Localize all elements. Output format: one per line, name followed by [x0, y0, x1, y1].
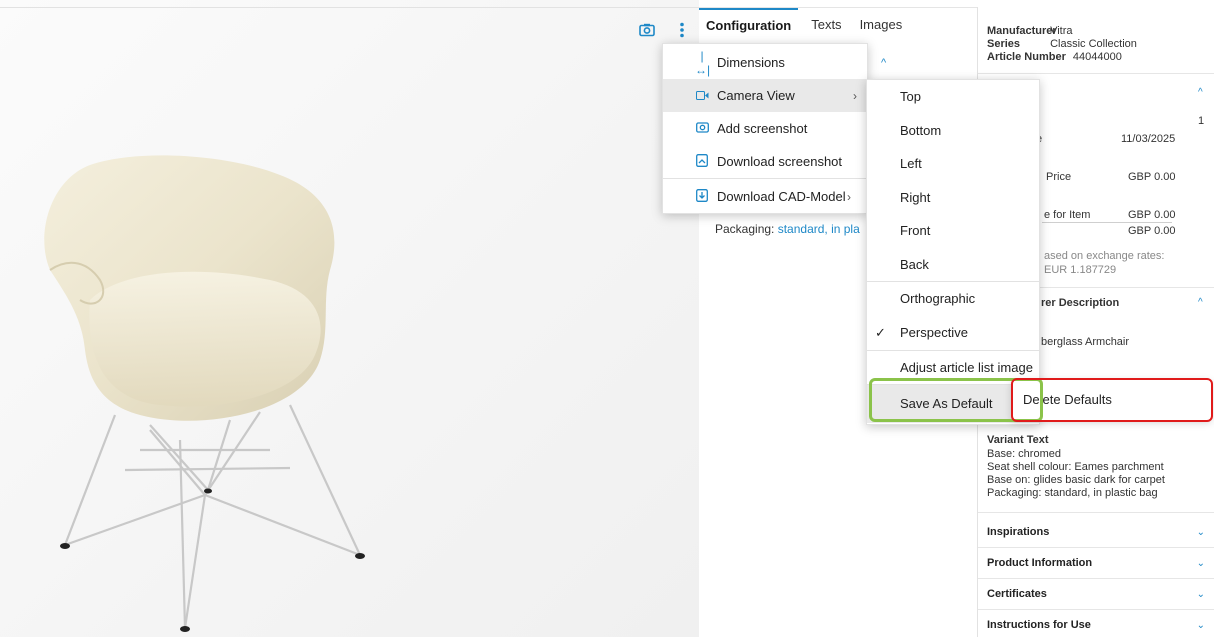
series-label: Series	[987, 38, 1021, 50]
tab-configuration[interactable]: Configuration	[699, 8, 799, 44]
camera-view-submenu: Top Bottom Left Right Front Back Orthogr…	[866, 79, 1040, 425]
divider	[1042, 222, 1172, 223]
download-image-icon	[695, 153, 709, 170]
menu-item-camera-view[interactable]: Camera View ›	[663, 79, 867, 112]
camera-option-perspective[interactable]: ✓ Perspective	[867, 316, 1039, 349]
section-inspirations[interactable]: Inspirations ⌄	[978, 517, 1214, 548]
manufacturer-value: Vitra	[1050, 25, 1073, 37]
collapse-icon[interactable]: ^	[1198, 297, 1203, 308]
variant-line: Base: chromed	[987, 448, 1061, 460]
divider	[978, 73, 1214, 74]
packaging-label: Packaging:	[715, 222, 775, 236]
menu-item-add-screenshot[interactable]: Add screenshot	[663, 112, 867, 145]
article-number-row: Article Number 44044000	[987, 51, 1122, 63]
manufacturer-row: Manufacturer Vitra	[987, 25, 1072, 37]
tab-bar: Configuration Texts Images	[699, 8, 909, 44]
tab-images[interactable]: Images	[853, 8, 910, 44]
chevron-right-icon: ›	[847, 189, 851, 204]
description-section-title[interactable]: rer Description	[1041, 297, 1119, 309]
chevron-up-icon[interactable]: ^	[881, 57, 886, 69]
checkmark-icon: ✓	[875, 325, 886, 340]
price-label: Price	[1046, 171, 1072, 183]
chevron-down-icon: ⌄	[1196, 527, 1205, 538]
description-text: berglass Armchair	[1041, 336, 1130, 348]
menu-item-dimensions[interactable]: |↔| Dimensions ^	[663, 46, 886, 79]
exchange-rate: EUR 1.187729	[1044, 264, 1117, 276]
divider	[0, 7, 699, 8]
variant-line: Packaging: standard, in plastic bag	[987, 487, 1158, 499]
menu-item-download-screenshot[interactable]: Download screenshot	[663, 145, 867, 178]
packaging-row: Packaging: standard, in pla	[715, 222, 860, 236]
variant-line: Seat shell colour: Eames parchment	[987, 461, 1164, 473]
chevron-down-icon: ⌄	[1196, 620, 1205, 631]
camera-icon	[695, 121, 709, 136]
camera-option-right[interactable]: Right	[867, 181, 1039, 214]
camera-option-top[interactable]: Top	[867, 80, 1039, 113]
section-certificates[interactable]: Certificates ⌄	[978, 579, 1214, 610]
collapse-icon[interactable]: ^	[1198, 87, 1203, 98]
download-file-icon	[695, 188, 709, 205]
more-options-icon[interactable]	[672, 20, 692, 40]
total-value: GBP 0.00	[1128, 225, 1176, 237]
dimensions-icon: |↔|	[695, 48, 711, 77]
packaging-value[interactable]: standard, in pla	[778, 222, 860, 236]
quantity-value: 1	[1198, 115, 1205, 127]
camera-option-left[interactable]: Left	[867, 147, 1039, 180]
chevron-down-icon: ⌄	[1196, 589, 1205, 600]
camera-option-back[interactable]: Back	[867, 248, 1039, 281]
tab-texts[interactable]: Texts	[804, 8, 848, 44]
manufacturer-label: Manufacturer	[987, 25, 1057, 37]
delete-defaults[interactable]: Delete Defaults	[1023, 380, 1112, 420]
chair-model	[44, 155, 365, 632]
camera-option-bottom[interactable]: Bottom	[867, 114, 1039, 147]
article-number-value: 44044000	[1072, 51, 1122, 63]
chevron-down-icon: ⌄	[1196, 558, 1205, 569]
save-default-flyout: Delete Defaults	[1012, 380, 1211, 420]
price-value: GBP 0.00	[1128, 171, 1176, 183]
section-instructions-for-use[interactable]: Instructions for Use ⌄	[978, 610, 1214, 637]
item-price-label: e for Item	[1044, 209, 1091, 221]
date-value: 11/03/2025	[1121, 133, 1176, 145]
camera-icon[interactable]	[637, 20, 657, 40]
camera-option-orthographic[interactable]: Orthographic	[867, 282, 1039, 315]
divider	[663, 178, 867, 179]
series-value: Classic Collection	[1050, 38, 1137, 50]
series-row: Series Classic Collection	[987, 38, 1137, 50]
exchange-note: ased on exchange rates:	[1044, 250, 1165, 262]
article-number-label: Article Number	[987, 51, 1066, 63]
item-price-value: GBP 0.00	[1128, 209, 1176, 221]
variant-text-title: Variant Text	[987, 434, 1049, 446]
camera-view-icon	[695, 89, 709, 103]
section-product-information[interactable]: Product Information ⌄	[978, 548, 1214, 579]
options-menu: |↔| Dimensions ^ Camera View › Add scree…	[662, 43, 886, 214]
camera-option-front[interactable]: Front	[867, 214, 1039, 247]
variant-line: Base on: glides basic dark for carpet	[987, 474, 1165, 486]
chevron-right-icon: ›	[853, 88, 857, 103]
divider	[978, 512, 1214, 513]
3d-viewer[interactable]	[0, 0, 699, 637]
menu-item-download-cad-model[interactable]: Download CAD-Model ›	[663, 180, 867, 213]
